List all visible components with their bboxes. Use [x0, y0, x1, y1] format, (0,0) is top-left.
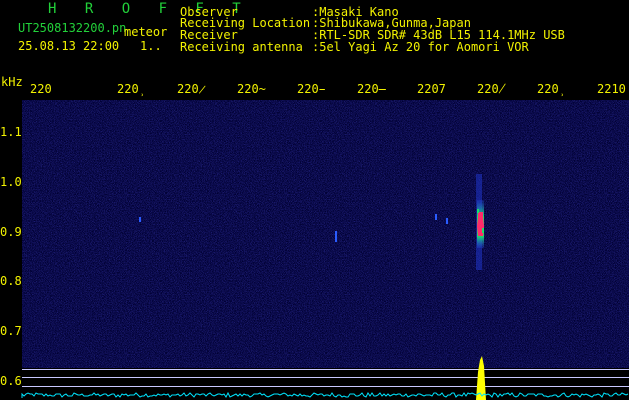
x-tick-label: 220̸ — [477, 82, 506, 96]
x-tick-label: 220̴ — [237, 82, 266, 96]
x-tick-label: 220̵ — [297, 82, 326, 96]
filename-label: UT2508132200.pn — [18, 21, 127, 35]
faint-ping — [139, 217, 141, 222]
y-tick-label: 0.8 — [0, 274, 22, 288]
x-tick-label: 220̹ — [117, 82, 139, 96]
hrofft-window: H R O F F T UT2508132200.pn meteor 25.08… — [0, 0, 629, 400]
y-tick-label: 0.7 — [0, 324, 22, 338]
antenna-value: :5el Yagi Az 20 for Aomori VOR — [312, 40, 529, 54]
y-tick-label: 1.0 — [0, 175, 22, 189]
counter-label: 1.. — [140, 39, 162, 53]
x-tick-label: 220̶ — [357, 82, 386, 96]
x-tick-label: 220̷ — [177, 82, 206, 96]
y-tick-label: 0.6 — [0, 374, 22, 388]
antenna-label: Receiving antenna — [180, 40, 303, 54]
x-tick-label: 220 — [30, 82, 52, 96]
x-tick-label: 220̹ — [537, 82, 559, 96]
spectrogram-plot — [21, 100, 629, 400]
faint-ping — [335, 231, 337, 242]
y-axis-unit: kHz — [1, 75, 23, 89]
y-tick-label: 0.9 — [0, 225, 22, 239]
waterfall-noise — [22, 100, 629, 368]
datetime-label: 25.08.13 22:00 — [18, 39, 120, 53]
y-tick-label: 1.1 — [0, 125, 22, 139]
faint-ping — [435, 214, 437, 220]
x-tick-label: 2207 — [417, 82, 446, 96]
faint-ping — [446, 218, 448, 224]
spectrum-trace — [21, 391, 629, 398]
tag-label: meteor — [124, 25, 168, 39]
x-tick-label: 2210 — [597, 82, 626, 96]
